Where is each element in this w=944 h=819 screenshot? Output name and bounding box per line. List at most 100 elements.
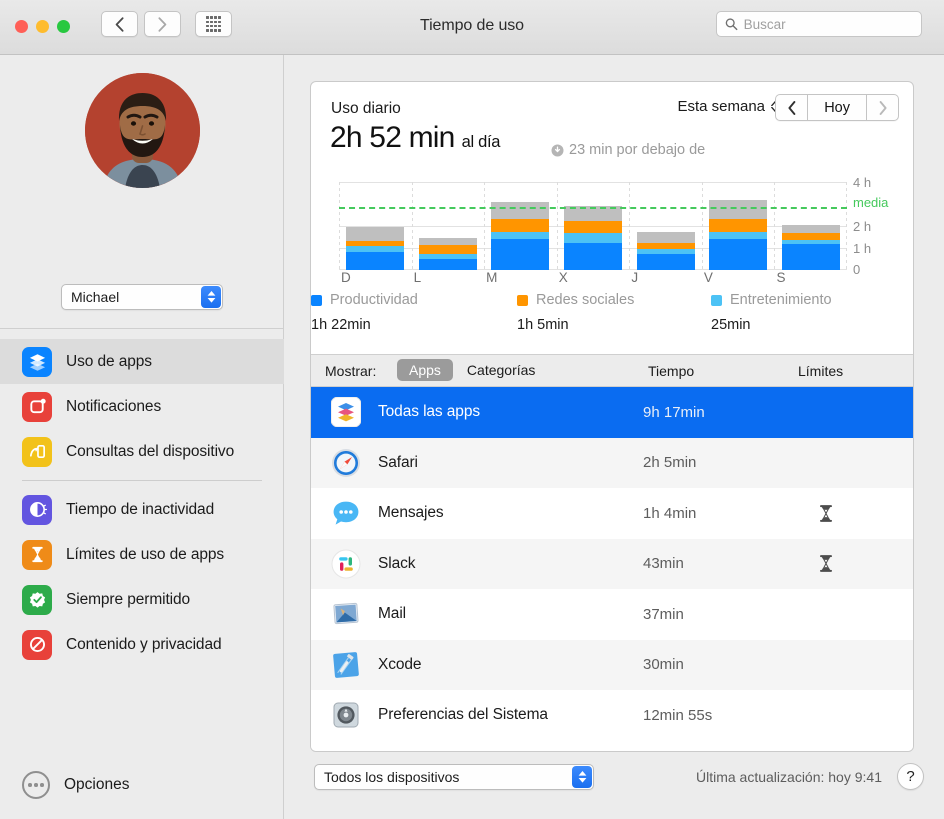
footer-bar: Todos los dispositivos Última actualizac… [284,750,944,819]
chart-bar [636,231,695,270]
chart-bar-slot [774,182,847,270]
app-name: Xcode [378,655,422,673]
previous-period-button[interactable] [775,94,808,121]
chevron-right-icon [879,100,887,115]
sidebar-item-always-allowed[interactable]: Siempre permitido [0,577,284,622]
chart-bar-slot [702,182,775,270]
options-button[interactable]: Opciones [22,771,129,799]
sidebar-item-label: Contenido y privacidad [66,635,222,653]
chevron-left-icon [788,100,796,115]
x-tick-label: X [558,270,568,285]
chart-bar [491,201,550,270]
sidebar-item-label: Uso de apps [66,352,152,370]
chart-bar-segment [781,232,840,240]
avatar-photo [84,73,200,188]
summary-total: 2h 52 min al día [330,121,500,155]
app-time: 1h 4min [643,504,697,522]
app-limit-indicator[interactable] [816,504,836,522]
chart-legend: Productividad 1h 22min Redes sociales 1h 5m… [311,292,913,354]
sidebar-item-device-pickups[interactable]: Consultas del dispositivo [0,429,284,474]
legend-swatch [517,294,528,306]
notifications-icon [22,391,52,422]
app-list[interactable]: Todas las apps 9h 17min Safari 2h 5min Men… [311,387,913,751]
app-limits-icon [22,539,52,570]
column-header-time[interactable]: Tiempo [648,363,694,379]
app-limit-indicator[interactable] [816,555,836,573]
always-allowed-icon [22,584,52,615]
sidebar-item-notifications[interactable]: Notificaciones [0,384,284,429]
chart-bar-segment [346,252,405,270]
table-row[interactable]: Safari 2h 5min [311,437,913,488]
search-icon [725,18,738,31]
chart-bar-slot [629,182,702,270]
x-tick-label: L [413,270,422,285]
hourglass-icon [820,555,832,573]
x-tick-label: M [486,270,498,285]
messages-icon [331,498,361,528]
table-row[interactable]: Slack 43min [311,538,913,589]
x-tick-label: D [341,270,351,285]
app-name: Preferencias del Sistema [378,706,548,724]
chart-bar-slot [412,182,485,270]
y-tick-label: 2 h [853,219,872,234]
summary-unit: al día [461,133,501,151]
sidebar-item-app-usage[interactable]: Uso de apps [0,339,284,384]
chart-bar-segment [418,259,477,270]
table-row[interactable]: Todas las apps 9h 17min [311,387,913,438]
range-select[interactable]: Esta semana [677,98,780,115]
legend-value: 25min [711,317,751,333]
sidebar-divider [0,328,284,329]
safari-icon [331,448,361,478]
app-name: Todas las apps [378,403,480,421]
y-tick-label: 1 h [853,241,872,256]
legend-value: 1h 5min [517,317,569,333]
table-row[interactable]: Mail 37min [311,589,913,640]
app-time: 30min [643,656,684,674]
summary-title: Uso diario [331,100,401,117]
sidebar-item-label: Consultas del dispositivo [66,442,235,460]
chart-bar-segment [709,200,768,219]
help-button[interactable]: ? [897,763,924,790]
chart-bar-segment [709,232,768,240]
app-time: 2h 5min [643,454,697,472]
sidebar-item-app-limits[interactable]: Límites de uso de apps [0,532,284,577]
search-input[interactable] [743,16,913,32]
window-titlebar: Tiempo de uso [0,0,944,55]
legend-entry: Entretenimiento 25min [711,292,832,333]
usage-summary: Uso diario 2h 52 min al día 23 min por d… [311,82,913,182]
user-select-popup[interactable]: Michael [61,284,223,310]
screen-time-window: Tiempo de uso Buscar Michael Uso de apps… [0,0,944,819]
chart-y-axis: 4 h media 2 h 1 h 0 [853,175,913,277]
table-row[interactable]: Mensajes 1h 4min [311,488,913,539]
options-label: Opciones [64,776,130,793]
chart-bar-segment [491,218,550,233]
x-tick-label: V [703,270,713,285]
chart-bar-segment [564,221,623,234]
table-row[interactable]: Xcode 30min [311,639,913,690]
legend-entry: Productividad 1h 22min [311,292,418,333]
device-select-popup[interactable]: Todos los dispositivos [314,764,594,790]
sidebar-group-divider [22,480,262,481]
chart-bar [346,227,405,270]
slack-icon [331,549,361,579]
device-pickups-icon [22,436,52,467]
legend-value: 1h 22min [311,317,371,333]
sidebar-item-downtime[interactable]: Tiempo de inactividad [0,487,284,532]
range-label: Esta semana [677,98,765,115]
chart-bar [709,200,768,270]
search-field[interactable] [716,11,922,37]
chart-bar-slot [339,182,412,270]
legend-entry: Redes sociales 1h 5min [517,292,634,333]
avatar-container [0,73,284,188]
column-header-limits[interactable]: Límites [798,363,843,379]
segment-categories[interactable]: Categorías [455,359,547,381]
next-period-button[interactable] [867,94,899,121]
chart-bar-segment [636,242,695,250]
chart-bar-segment [491,201,550,219]
user-avatar[interactable] [84,73,200,188]
app-name: Mail [378,605,407,623]
today-button[interactable]: Hoy [807,94,867,121]
segment-apps[interactable]: Apps [397,359,453,381]
sidebar-item-content-privacy[interactable]: Contenido y privacidad [0,622,284,667]
table-row[interactable]: Preferencias del Sistema 12min 55s [311,690,913,741]
